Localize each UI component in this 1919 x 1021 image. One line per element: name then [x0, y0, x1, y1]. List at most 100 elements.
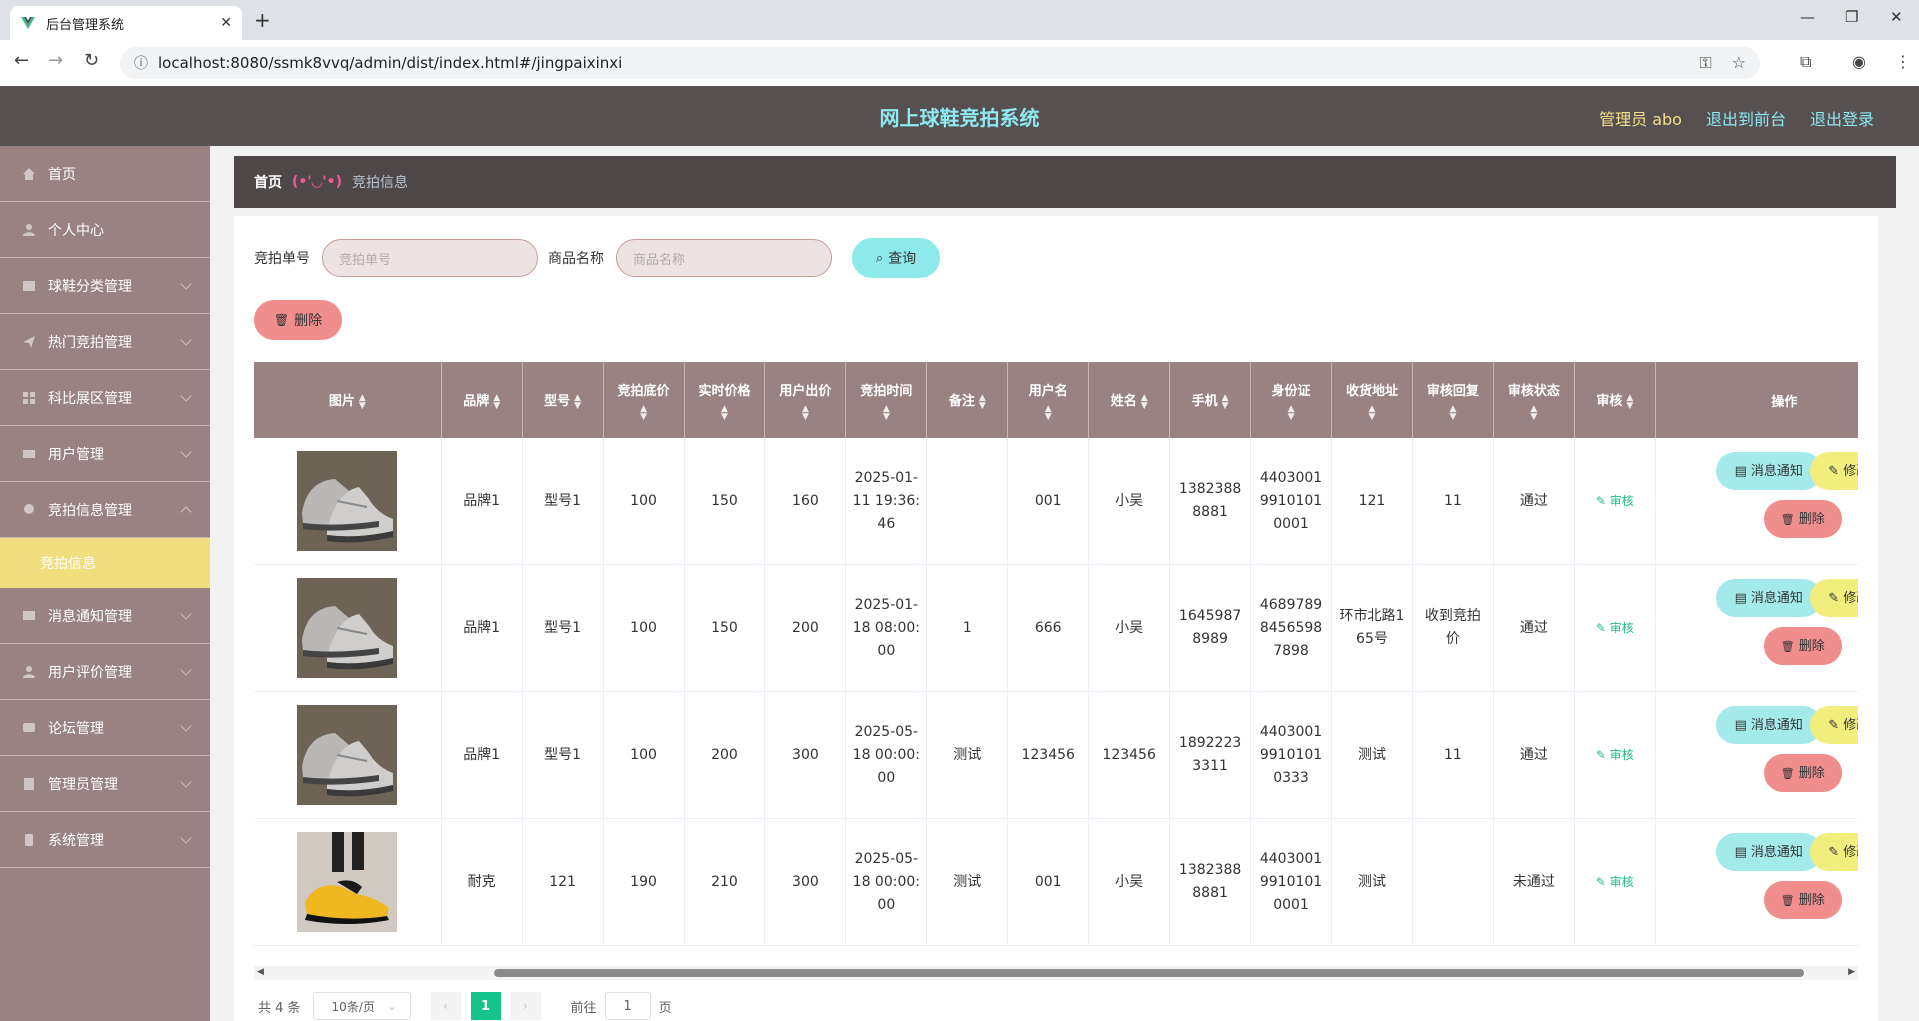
column-header-name[interactable]: 姓名 ▲ ▼ — [1088, 362, 1171, 438]
batch-delete-button[interactable]: 🗑 删除 — [254, 300, 342, 340]
scroll-right-icon[interactable]: ▶ — [1848, 967, 1855, 977]
notify-button[interactable]: ▤ 消息通知 — [1715, 579, 1822, 617]
column-header-model[interactable]: 型号 ▲ ▼ — [522, 362, 604, 438]
column-header-user-bid[interactable]: 用户出价 ▲ ▼ — [764, 362, 847, 438]
sidebar-item-users[interactable]: 用户管理 — [0, 426, 210, 482]
notify-button[interactable]: ▤ 消息通知 — [1715, 833, 1822, 871]
to-front-link[interactable]: 退出到前台 — [1706, 106, 1786, 130]
audit-link[interactable]: ✎ 审核 — [1596, 621, 1634, 635]
cell-image — [254, 438, 442, 565]
sort-icon[interactable]: ▲ ▼ — [608, 404, 680, 421]
column-header-address[interactable]: 收货地址 ▲ ▼ — [1331, 362, 1413, 438]
sidebar-item-notifications[interactable]: 消息通知管理 — [0, 588, 210, 644]
sidebar-item-admins[interactable]: 管理员管理 — [0, 756, 210, 812]
sort-icon[interactable]: ▲ ▼ — [689, 404, 761, 421]
sort-icon[interactable]: ▲ ▼ — [1012, 404, 1084, 421]
trash-icon: 🗑 — [1780, 893, 1795, 907]
notify-button[interactable]: ▤ 消息通知 — [1715, 706, 1822, 744]
page-size-select[interactable]: 10条/页 ⌄ — [312, 992, 411, 1020]
edit-button[interactable]: ✎修改 — [1809, 452, 1858, 490]
sort-icon[interactable]: ▲ ▼ — [1255, 404, 1327, 421]
menu-dots-icon[interactable]: ⋮ — [1895, 52, 1911, 71]
edit-button[interactable]: ✎修改 — [1809, 706, 1858, 744]
next-page-button[interactable]: › — [510, 992, 541, 1020]
breadcrumb-home[interactable]: 首页 — [254, 172, 282, 192]
cast-icon[interactable]: ⧉ — [1800, 52, 1811, 72]
edit-button[interactable]: ✎修改 — [1809, 579, 1858, 617]
scroll-left-icon[interactable]: ◀ — [257, 967, 264, 977]
auction-no-input[interactable]: 竞拍单号 — [322, 239, 538, 277]
new-tab-icon[interactable]: + — [254, 8, 271, 32]
sort-icon[interactable]: ▲ ▼ — [359, 393, 366, 410]
column-header-audit-status[interactable]: 审核状态 ▲ ▼ — [1493, 362, 1575, 438]
column-header-auction-time[interactable]: 竞拍时间 ▲ ▼ — [845, 362, 928, 438]
reload-icon[interactable]: ↻ — [84, 50, 99, 71]
audit-link[interactable]: ✎ 审核 — [1596, 748, 1634, 762]
page-1-button[interactable]: 1 — [470, 992, 501, 1020]
sort-icon[interactable]: ▲ ▼ — [850, 404, 922, 421]
minimize-icon[interactable]: — — [1800, 8, 1815, 26]
sidebar-item-profile[interactable]: 个人中心 — [0, 202, 210, 258]
column-header-username[interactable]: 用户名 ▲ ▼ — [1007, 362, 1090, 438]
sort-icon[interactable]: ▲ ▼ — [769, 404, 841, 421]
sort-icon[interactable]: ▲ ▼ — [1626, 393, 1633, 410]
product-name-input[interactable]: 商品名称 — [616, 239, 832, 277]
column-header-brand[interactable]: 品牌 ▲ ▼ — [441, 362, 523, 438]
cell-image — [254, 691, 442, 819]
query-button[interactable]: ⌕ 查询 — [852, 238, 940, 278]
sidebar-item-auction-info[interactable]: 竞拍信息管理 — [0, 482, 210, 538]
url-field[interactable]: ⓘ localhost:8080/ssmk8vvq/admin/dist/ind… — [120, 47, 1760, 79]
sidebar-item-kobe-zone[interactable]: 科比展区管理 — [0, 370, 210, 426]
sidebar-item-reviews[interactable]: 用户评价管理 — [0, 644, 210, 700]
column-header-realtime-price[interactable]: 实时价格 ▲ ▼ — [684, 362, 766, 438]
cell-operation: ▤消息通知✎修改 🗑删除 — [1655, 438, 1858, 565]
notify-button[interactable]: ▤ 消息通知 — [1715, 452, 1822, 490]
column-header-image[interactable]: 图片 ▲ ▼ — [254, 362, 442, 438]
audit-link[interactable]: ✎ 审核 — [1596, 875, 1634, 889]
sort-icon[interactable]: ▲ ▼ — [1417, 404, 1489, 421]
sort-icon[interactable]: ▲ ▼ — [979, 393, 986, 410]
delete-button[interactable]: 🗑 删除 — [1763, 500, 1842, 538]
url-text: localhost:8080/ssmk8vvq/admin/dist/index… — [158, 54, 623, 72]
bookmark-star-icon[interactable]: ☆ — [1732, 53, 1746, 73]
password-key-icon[interactable]: ⚿ — [1699, 53, 1711, 73]
close-window-icon[interactable]: ✕ — [1890, 8, 1903, 26]
close-tab-icon[interactable]: ✕ — [220, 15, 232, 31]
delete-button[interactable]: 🗑 删除 — [1763, 754, 1842, 792]
sidebar-item-forum[interactable]: 论坛管理 — [0, 700, 210, 756]
sidebar-subitem-auction-info[interactable]: 竞拍信息 — [0, 538, 210, 588]
scrollbar-thumb[interactable] — [494, 969, 1804, 977]
column-header-phone[interactable]: 手机 ▲ ▼ — [1169, 362, 1252, 438]
table-row: 耐克 121 190 210 300 2025-05-18 00:00:00 测试 001 小吴… — [254, 818, 1858, 946]
prev-page-button[interactable]: ‹ — [430, 992, 461, 1020]
sidebar-item-home[interactable]: 首页 — [0, 146, 210, 202]
sort-icon[interactable]: ▲ ▼ — [574, 393, 581, 410]
sort-icon[interactable]: ▲ ▼ — [1222, 393, 1229, 410]
column-header-base-price[interactable]: 竞拍底价 ▲ ▼ — [603, 362, 685, 438]
logout-link[interactable]: 退出登录 — [1810, 106, 1874, 130]
column-header-audit-reply[interactable]: 审核回复 ▲ ▼ — [1412, 362, 1494, 438]
delete-button[interactable]: 🗑 删除 — [1763, 881, 1842, 919]
column-header-remark[interactable]: 备注 ▲ ▼ — [926, 362, 1009, 438]
sort-icon[interactable]: ▲ ▼ — [1336, 404, 1408, 421]
sidebar-item-hot-auction[interactable]: 热门竞拍管理 — [0, 314, 210, 370]
profile-icon[interactable]: ◉ — [1852, 52, 1866, 71]
restore-icon[interactable]: ❐ — [1845, 8, 1858, 26]
cell-base-price: 100 — [603, 564, 685, 692]
forward-icon[interactable]: → — [48, 50, 63, 71]
sort-icon[interactable]: ▲ ▼ — [1141, 393, 1148, 410]
column-header-id-card[interactable]: 身份证 ▲ ▼ — [1250, 362, 1332, 438]
edit-button[interactable]: ✎修改 — [1809, 833, 1858, 871]
horizontal-scrollbar[interactable]: ◀ ▶ — [254, 966, 1858, 980]
delete-button[interactable]: 🗑 删除 — [1763, 627, 1842, 665]
goto-page-input[interactable]: 1 — [604, 992, 651, 1020]
column-header-audit[interactable]: 审核 ▲ ▼ — [1574, 362, 1656, 438]
sidebar-item-shoe-category[interactable]: 球鞋分类管理 — [0, 258, 210, 314]
audit-link[interactable]: ✎ 审核 — [1596, 494, 1634, 508]
sort-icon[interactable]: ▲ ▼ — [493, 393, 500, 410]
browser-tab[interactable]: 后台管理系统 ✕ — [10, 6, 242, 40]
back-icon[interactable]: ← — [14, 50, 29, 71]
site-info-icon[interactable]: ⓘ — [134, 53, 148, 73]
sidebar-item-system[interactable]: 系统管理 — [0, 812, 210, 868]
sort-icon[interactable]: ▲ ▼ — [1498, 404, 1570, 421]
